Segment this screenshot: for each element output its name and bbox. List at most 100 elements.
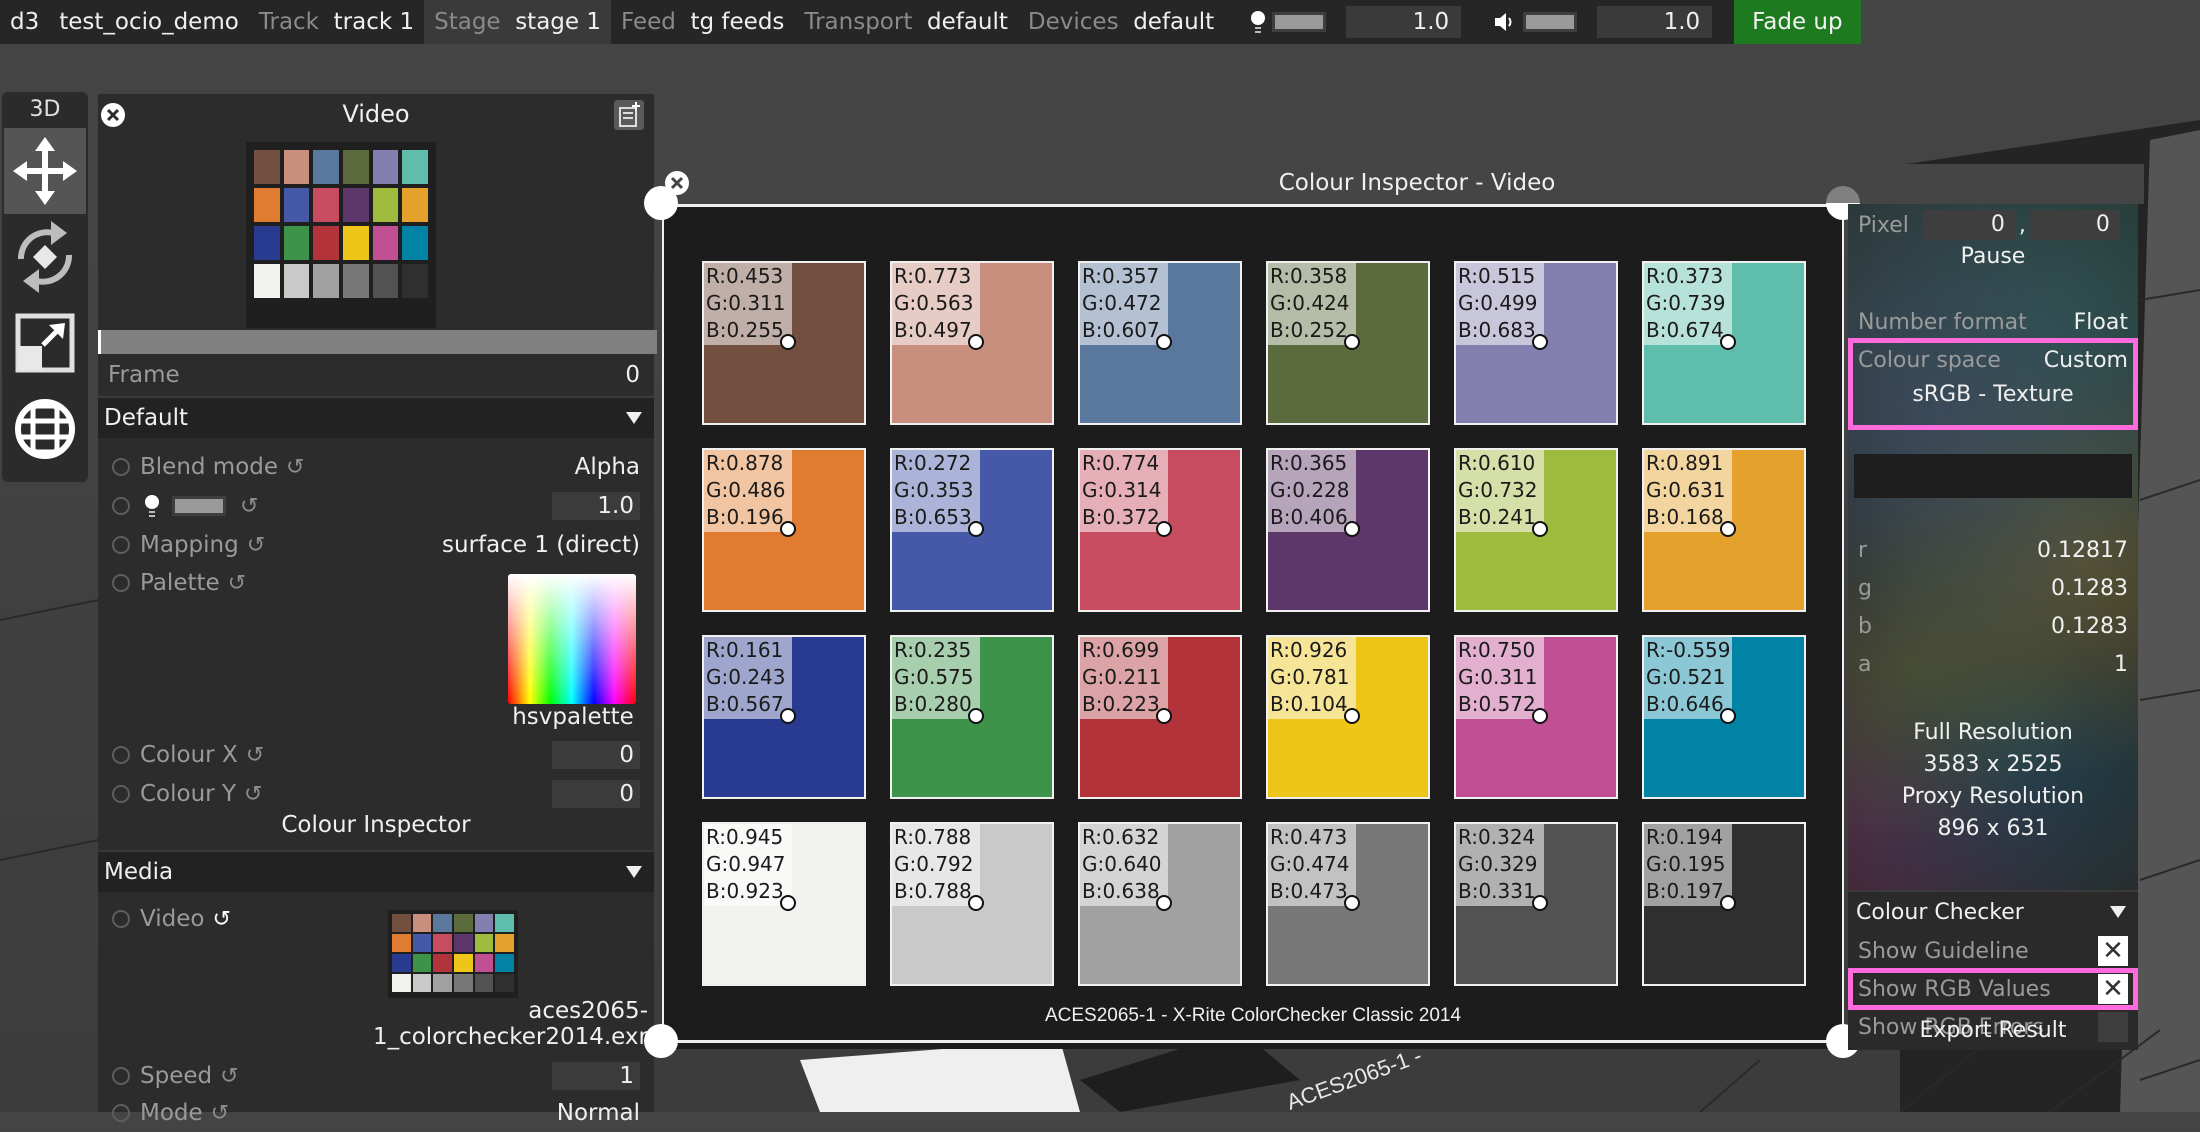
global-tool[interactable] bbox=[4, 386, 86, 472]
sample-point-handle[interactable] bbox=[1720, 521, 1736, 537]
fade-up-button[interactable]: Fade up bbox=[1734, 0, 1861, 44]
reset-icon[interactable]: ↺ bbox=[212, 907, 230, 932]
reset-icon[interactable]: ↺ bbox=[240, 494, 258, 519]
sample-point-handle[interactable] bbox=[1720, 895, 1736, 911]
brightness-slider[interactable] bbox=[1272, 12, 1327, 32]
sample-point-handle[interactable] bbox=[780, 895, 796, 911]
colour-patch[interactable]: R:0.324 G:0.329 B:0.331 bbox=[1454, 822, 1618, 986]
sample-point-handle[interactable] bbox=[968, 708, 984, 724]
keyframe-clock-icon[interactable] bbox=[112, 574, 130, 592]
colour-patch[interactable]: R:0.699 G:0.211 B:0.223 bbox=[1078, 635, 1242, 799]
reset-icon[interactable]: ↺ bbox=[286, 455, 304, 480]
colour-y-input[interactable]: 0 bbox=[552, 780, 640, 808]
reset-icon[interactable]: ↺ bbox=[244, 782, 262, 807]
reset-icon[interactable]: ↺ bbox=[211, 1101, 229, 1126]
colour-patch[interactable]: R:0.750 G:0.311 B:0.572 bbox=[1454, 635, 1618, 799]
devices-selector[interactable]: Devices default bbox=[1018, 0, 1224, 44]
palette-swatch[interactable] bbox=[508, 574, 636, 704]
keyframe-clock-icon[interactable] bbox=[112, 497, 130, 515]
colour-space-name[interactable]: sRGB - Texture bbox=[1848, 382, 2138, 407]
crop-edge-left[interactable] bbox=[662, 204, 664, 1046]
colour-patch[interactable]: R:0.473 G:0.474 B:0.473 bbox=[1266, 822, 1430, 986]
keyframe-clock-icon[interactable] bbox=[112, 910, 130, 928]
colour-x-input[interactable]: 0 bbox=[552, 741, 640, 769]
volume-slider[interactable] bbox=[1523, 12, 1578, 32]
corner-handle-bottom-left[interactable] bbox=[644, 1024, 678, 1058]
sample-point-handle[interactable] bbox=[1344, 708, 1360, 724]
sample-point-handle[interactable] bbox=[1532, 521, 1548, 537]
colour-space-value[interactable]: Custom bbox=[2044, 348, 2128, 373]
crop-edge-bottom[interactable] bbox=[662, 1040, 1844, 1043]
sample-point-handle[interactable] bbox=[1156, 708, 1172, 724]
add-note-button[interactable] bbox=[614, 100, 644, 130]
pixel-y-input[interactable]: 0 bbox=[2029, 210, 2120, 240]
colour-patch[interactable]: R:0.453 G:0.311 B:0.255 bbox=[702, 261, 866, 425]
number-format-value[interactable]: Float bbox=[2074, 310, 2128, 335]
sample-point-handle[interactable] bbox=[780, 334, 796, 350]
sample-point-handle[interactable] bbox=[1532, 708, 1548, 724]
colour-patch[interactable]: R:0.365 G:0.228 B:0.406 bbox=[1266, 448, 1430, 612]
number-format-row[interactable]: Number format Float bbox=[1858, 310, 2128, 335]
keyframe-clock-icon[interactable] bbox=[112, 536, 130, 554]
show-rgb-values-checkbox[interactable]: ✕ bbox=[2098, 974, 2128, 1004]
colour-patch[interactable]: R:0.272 G:0.353 B:0.653 bbox=[890, 448, 1054, 612]
frame-value[interactable]: 0 bbox=[625, 362, 640, 388]
reset-icon[interactable]: ↺ bbox=[228, 571, 246, 596]
sample-point-handle[interactable] bbox=[1156, 895, 1172, 911]
feed-selector[interactable]: Feed tg feeds bbox=[611, 0, 794, 44]
colour-patch[interactable]: R:0.515 G:0.499 B:0.683 bbox=[1454, 261, 1618, 425]
sample-point-handle[interactable] bbox=[968, 895, 984, 911]
sample-point-handle[interactable] bbox=[780, 521, 796, 537]
colour-patch[interactable]: R:0.773 G:0.563 B:0.497 bbox=[890, 261, 1054, 425]
colour-patch[interactable]: R:0.891 G:0.631 B:0.168 bbox=[1642, 448, 1806, 612]
colour-patch[interactable]: R:0.926 G:0.781 B:0.104 bbox=[1266, 635, 1430, 799]
media-section-header[interactable]: Media bbox=[98, 850, 654, 892]
keyframe-clock-icon[interactable] bbox=[112, 746, 130, 764]
brightness-input[interactable]: 1.0 bbox=[1346, 6, 1462, 38]
sample-point-handle[interactable] bbox=[1720, 334, 1736, 350]
pause-button[interactable]: Pause bbox=[1848, 244, 2138, 269]
reset-icon[interactable]: ↺ bbox=[220, 1064, 238, 1089]
sample-point-handle[interactable] bbox=[1156, 334, 1172, 350]
transport-selector[interactable]: Transport default bbox=[794, 0, 1018, 44]
colour-checker-section-header[interactable]: Colour Checker bbox=[1848, 890, 2138, 932]
keyframe-clock-icon[interactable] bbox=[112, 1067, 130, 1085]
colour-patch[interactable]: R:0.610 G:0.732 B:0.241 bbox=[1454, 448, 1618, 612]
sample-point-handle[interactable] bbox=[780, 708, 796, 724]
stage-selector[interactable]: Stage stage 1 bbox=[424, 0, 611, 44]
brightness-input[interactable]: 1.0 bbox=[552, 492, 640, 520]
brightness-slider[interactable] bbox=[172, 496, 226, 516]
sample-point-handle[interactable] bbox=[1344, 521, 1360, 537]
colour-patch[interactable]: R:0.774 G:0.314 B:0.372 bbox=[1078, 448, 1242, 612]
app-name[interactable]: d3 bbox=[0, 0, 49, 44]
sample-point-handle[interactable] bbox=[1344, 895, 1360, 911]
colour-patch[interactable]: R:0.373 G:0.739 B:0.674 bbox=[1642, 261, 1806, 425]
sample-point-handle[interactable] bbox=[1156, 521, 1172, 537]
volume-input[interactable]: 1.0 bbox=[1597, 6, 1713, 38]
sample-point-handle[interactable] bbox=[968, 334, 984, 350]
colour-patch[interactable]: R:0.161 G:0.243 B:0.567 bbox=[702, 635, 866, 799]
sample-point-handle[interactable] bbox=[1344, 334, 1360, 350]
rotate-tool[interactable] bbox=[4, 214, 86, 300]
colour-patch[interactable]: R:-0.559 G:0.521 B:0.646 bbox=[1642, 635, 1806, 799]
show-guideline-checkbox[interactable]: ✕ bbox=[2098, 936, 2128, 966]
project-name[interactable]: test_ocio_demo bbox=[49, 0, 249, 44]
sample-point-handle[interactable] bbox=[1532, 895, 1548, 911]
colour-patch[interactable]: R:0.878 G:0.486 B:0.196 bbox=[702, 448, 866, 612]
sample-point-handle[interactable] bbox=[1532, 334, 1548, 350]
colour-inspector-button[interactable]: Colour Inspector bbox=[98, 812, 654, 838]
colour-patch[interactable]: R:0.945 G:0.947 B:0.923 bbox=[702, 822, 866, 986]
default-section-header[interactable]: Default bbox=[98, 396, 654, 438]
mode-value[interactable]: Normal bbox=[557, 1100, 640, 1126]
media-thumbnail[interactable] bbox=[388, 910, 518, 998]
colour-patch[interactable]: R:0.235 G:0.575 B:0.280 bbox=[890, 635, 1054, 799]
track-selector[interactable]: Track track 1 bbox=[249, 0, 424, 44]
keyframe-clock-icon[interactable] bbox=[112, 458, 130, 476]
reset-icon[interactable]: ↺ bbox=[246, 743, 264, 768]
mapping-value[interactable]: surface 1 (direct) bbox=[442, 532, 640, 558]
colour-space-row[interactable]: Colour space Custom bbox=[1858, 348, 2128, 373]
colour-patch[interactable]: R:0.632 G:0.640 B:0.638 bbox=[1078, 822, 1242, 986]
colour-patch[interactable]: R:0.194 G:0.195 B:0.197 bbox=[1642, 822, 1806, 986]
colour-patch[interactable]: R:0.357 G:0.472 B:0.607 bbox=[1078, 261, 1242, 425]
reset-icon[interactable]: ↺ bbox=[247, 533, 265, 558]
